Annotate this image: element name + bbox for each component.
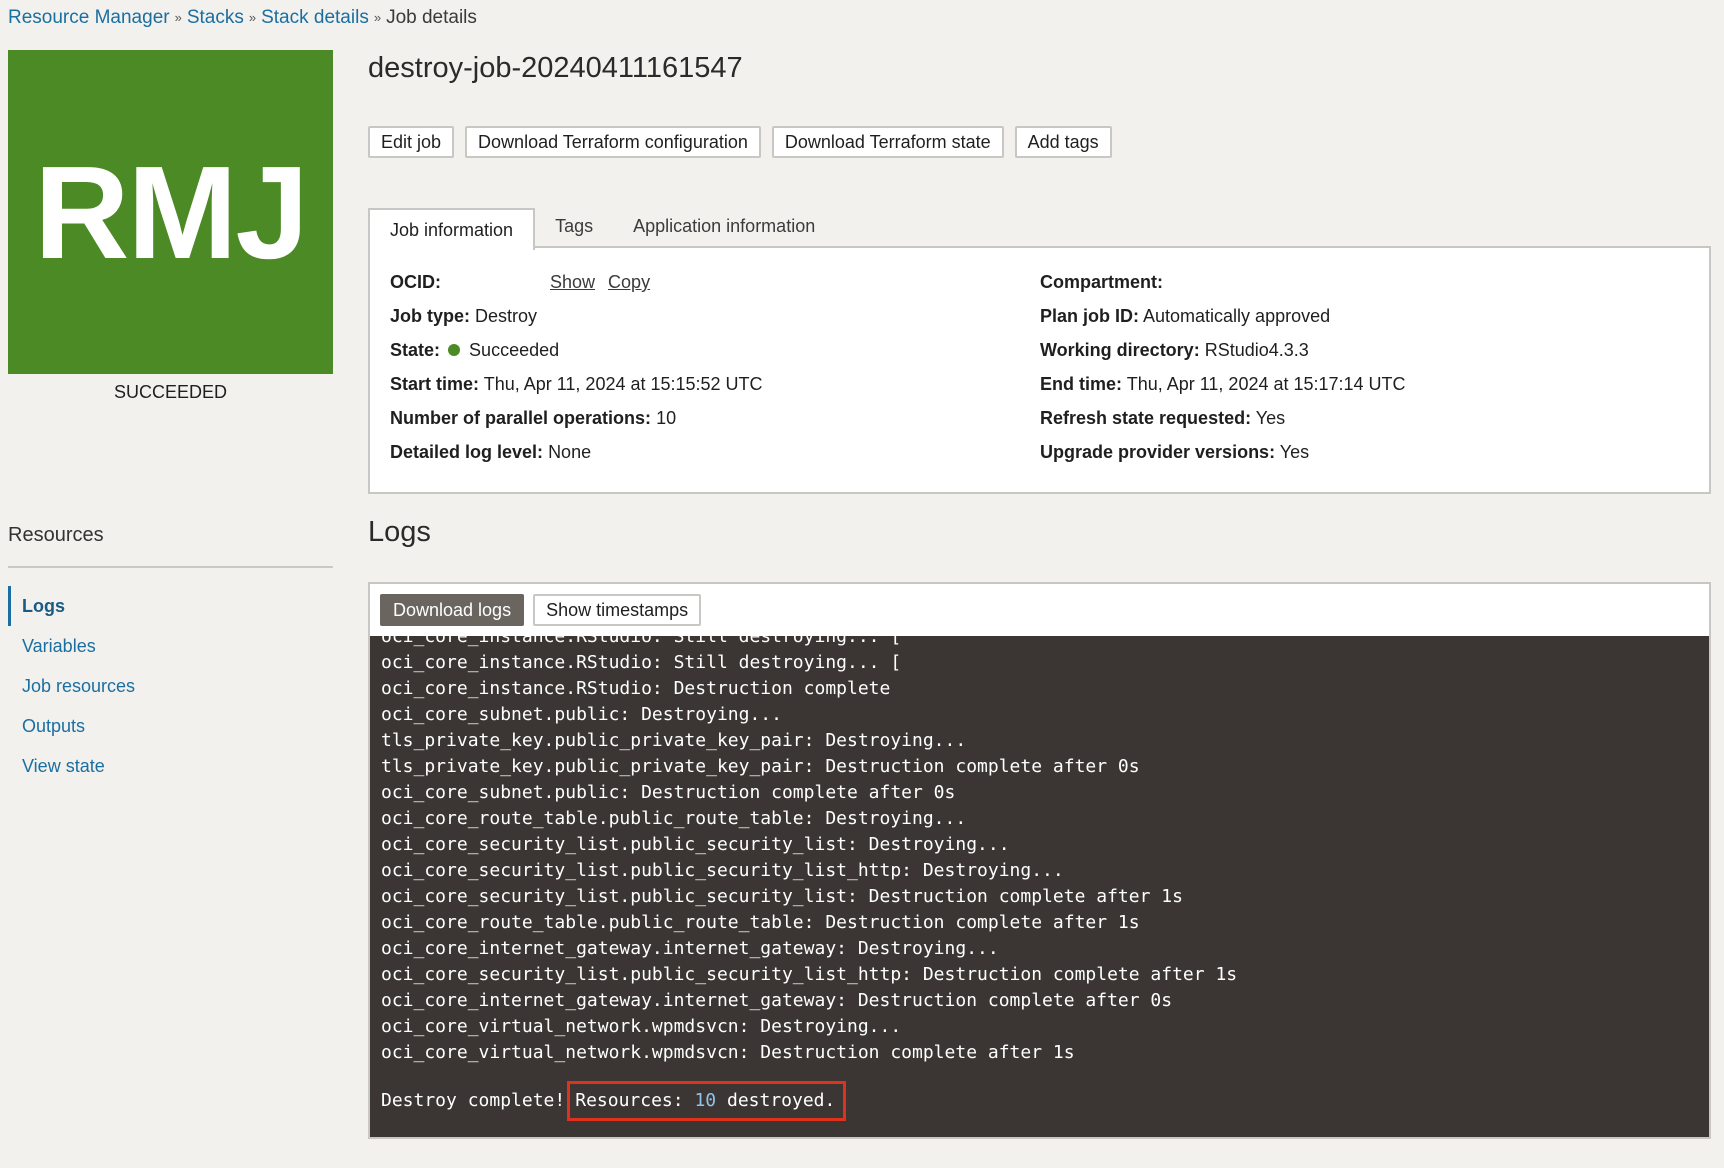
breadcrumb-stack-details[interactable]: Stack details: [261, 6, 369, 30]
job-badge: RMJ: [8, 50, 333, 374]
job-type-row: Job type: Destroy: [390, 304, 763, 338]
ocid-label: OCID:: [390, 272, 441, 292]
resources-nav: Logs Variables Job resources Outputs Vie…: [8, 586, 333, 786]
state-row: State: Succeeded: [390, 338, 763, 372]
log-line: oci_core_subnet.public: Destroying...: [381, 704, 782, 725]
refresh-state-label: Refresh state requested:: [1040, 408, 1252, 428]
job-information-panel: OCID: Show Copy Job type: Destroy State:…: [368, 246, 1711, 494]
log-level-value: None: [548, 442, 592, 462]
log-line: oci_core_security_list.public_security_l…: [381, 886, 1183, 907]
compartment-label: Compartment:: [1040, 272, 1164, 292]
refresh-state-value: Yes: [1255, 408, 1286, 428]
resources-count: 10: [694, 1090, 717, 1111]
state-label: State:: [390, 340, 441, 360]
plan-job-id-label: Plan job ID:: [1040, 306, 1139, 326]
resources-item-view-state[interactable]: View state: [8, 746, 333, 786]
log-line: oci_core_instance.RStudio: Still destroy…: [381, 636, 902, 647]
log-line: oci_core_security_list.public_security_l…: [381, 964, 1238, 985]
tab-bar: Job information Tags Application informa…: [368, 206, 835, 250]
logs-heading: Logs: [368, 516, 431, 548]
end-time-value: Thu, Apr 11, 2024 at 15:17:14 UTC: [1126, 374, 1406, 394]
log-line: oci_core_instance.RStudio: Destruction c…: [381, 678, 891, 699]
log-line: oci_core_security_list.public_security_l…: [381, 860, 1064, 881]
badge-initials: RMJ: [34, 138, 309, 286]
resources-label: Resources:: [575, 1090, 684, 1111]
log-console[interactable]: oci_core_instance.RStudio: Still destroy…: [368, 636, 1711, 1139]
download-terraform-config-button[interactable]: Download Terraform configuration: [465, 126, 761, 158]
action-buttons: Edit job Download Terraform configuratio…: [368, 126, 1112, 158]
resources-item-logs[interactable]: Logs: [8, 586, 333, 626]
ocid-row: OCID: Show Copy: [390, 270, 763, 304]
breadcrumb-separator: »: [174, 10, 182, 25]
log-line: oci_core_internet_gateway.internet_gatew…: [381, 938, 999, 959]
badge-status-label: SUCCEEDED: [113, 382, 228, 402]
resources-item-outputs[interactable]: Outputs: [8, 706, 333, 746]
job-details-page: Resource Manager » Stacks » Stack detail…: [0, 0, 1724, 1168]
logs-toolbar: Download logs Show timestamps: [368, 582, 1711, 636]
tab-application-information[interactable]: Application information: [613, 206, 835, 248]
breadcrumb-current: Job details: [386, 7, 477, 28]
breadcrumb-stacks[interactable]: Stacks: [187, 6, 244, 30]
ocid-copy-link[interactable]: Copy: [608, 272, 650, 292]
log-line: tls_private_key.public_private_key_pair:…: [381, 730, 967, 751]
job-type-label: Job type:: [390, 306, 471, 326]
log-line: oci_core_instance.RStudio: Still destroy…: [381, 652, 902, 673]
upgrade-provider-label: Upgrade provider versions:: [1040, 442, 1276, 462]
page-title: destroy-job-20240411161547: [368, 52, 743, 84]
status-dot-icon: [448, 344, 461, 356]
log-line: oci_core_route_table.public_route_table:…: [381, 808, 967, 829]
job-type-value: Destroy: [475, 306, 538, 326]
info-column-left: OCID: Show Copy Job type: Destroy State:…: [390, 270, 763, 474]
log-final-line: Destroy complete! Resources: 10 destroyed…: [381, 1081, 847, 1121]
resources-destroyed-highlight: Resources: 10 destroyed.: [567, 1081, 847, 1121]
download-terraform-state-button[interactable]: Download Terraform state: [771, 126, 1004, 158]
log-line: oci_core_virtual_network.wpmdsvcn: Destr…: [381, 1042, 1075, 1063]
info-column-right: Compartment: Plan job ID: Automatically …: [1040, 270, 1406, 474]
destroyed-text: destroyed.: [726, 1090, 836, 1111]
end-time-row: End time: Thu, Apr 11, 2024 at 15:17:14 …: [1040, 372, 1406, 406]
upgrade-provider-row: Upgrade provider versions: Yes: [1040, 440, 1406, 474]
tab-job-information[interactable]: Job information: [368, 208, 536, 250]
start-time-row: Start time: Thu, Apr 11, 2024 at 15:15:5…: [390, 372, 763, 406]
log-level-label: Detailed log level:: [390, 442, 544, 462]
end-time-label: End time:: [1040, 374, 1123, 394]
resources-item-variables[interactable]: Variables: [8, 626, 333, 666]
breadcrumb-separator: »: [248, 10, 257, 25]
plan-job-id-row: Plan job ID: Automatically approved: [1040, 304, 1406, 338]
edit-job-button[interactable]: Edit job: [368, 126, 455, 158]
working-directory-value: RStudio4.3.3: [1204, 340, 1309, 360]
log-line: oci_core_security_list.public_security_l…: [381, 834, 1010, 855]
parallel-ops-value: 10: [656, 408, 677, 428]
log-line: oci_core_subnet.public: Destruction comp…: [381, 782, 956, 803]
destroy-complete-text: Destroy complete!: [381, 1090, 566, 1111]
resources-heading: Resources: [8, 524, 104, 546]
log-level-row: Detailed log level: None: [390, 440, 763, 474]
tab-tags[interactable]: Tags: [535, 206, 613, 248]
log-line: oci_core_virtual_network.wpmdsvcn: Destr…: [381, 1016, 902, 1037]
resources-item-job-resources[interactable]: Job resources: [8, 666, 333, 706]
parallel-ops-label: Number of parallel operations:: [390, 408, 652, 428]
breadcrumb: Resource Manager » Stacks » Stack detail…: [8, 6, 477, 30]
working-directory-label: Working directory:: [1040, 340, 1200, 360]
log-line: oci_core_route_table.public_route_table:…: [381, 912, 1140, 933]
log-lines: oci_core_instance.RStudio: Still destroy…: [381, 636, 1237, 1066]
parallel-ops-row: Number of parallel operations: 10: [390, 406, 763, 440]
resources-divider: [8, 566, 333, 568]
breadcrumb-separator: »: [373, 10, 382, 25]
start-time-value: Thu, Apr 11, 2024 at 15:15:52 UTC: [483, 374, 763, 394]
ocid-show-link[interactable]: Show: [550, 272, 595, 292]
state-value: Succeeded: [469, 340, 560, 360]
log-line: oci_core_internet_gateway.internet_gatew…: [381, 990, 1173, 1011]
add-tags-button[interactable]: Add tags: [1014, 126, 1112, 158]
start-time-label: Start time:: [390, 374, 480, 394]
download-logs-button[interactable]: Download logs: [380, 594, 525, 626]
working-directory-row: Working directory: RStudio4.3.3: [1040, 338, 1406, 372]
plan-job-id-value: Automatically approved: [1143, 306, 1331, 326]
log-line: tls_private_key.public_private_key_pair:…: [381, 756, 1140, 777]
upgrade-provider-value: Yes: [1279, 442, 1310, 462]
show-timestamps-button[interactable]: Show timestamps: [533, 594, 702, 626]
compartment-row: Compartment:: [1040, 270, 1406, 304]
refresh-state-row: Refresh state requested: Yes: [1040, 406, 1406, 440]
breadcrumb-resource-manager[interactable]: Resource Manager: [8, 6, 170, 30]
